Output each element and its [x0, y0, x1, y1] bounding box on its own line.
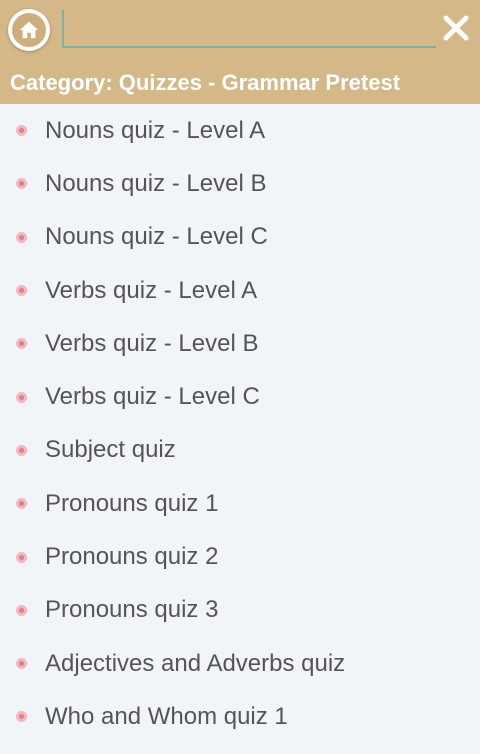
list-item[interactable]: Who and Whom quiz 1 [0, 690, 480, 743]
bullet-icon [16, 125, 27, 137]
bullet-icon [16, 391, 27, 403]
list-item[interactable]: Nouns quiz - Level A [0, 104, 480, 157]
home-button[interactable] [8, 9, 50, 51]
list-item[interactable]: Adjectives and Adverbs quiz [0, 637, 480, 690]
list-item-label: Pronouns quiz 2 [45, 543, 219, 571]
home-icon [19, 21, 39, 39]
bullet-icon [16, 178, 27, 190]
bullet-icon [16, 498, 27, 510]
list-item-label: Pronouns quiz 1 [45, 489, 219, 517]
bullet-icon [16, 658, 27, 670]
bullet-icon [16, 285, 27, 297]
list-item-label: Nouns quiz - Level B [45, 169, 267, 197]
header-bar: Category: Quizzes - Grammar Pretest [0, 0, 480, 104]
close-icon [443, 15, 469, 41]
home-button-ring [12, 13, 46, 47]
list-item[interactable]: Pronouns quiz 1 [0, 477, 480, 530]
bullet-icon [16, 551, 27, 563]
category-title: Category: Quizzes - Grammar Pretest [10, 70, 401, 95]
list-item-label: Nouns quiz - Level C [45, 223, 268, 251]
search-input[interactable] [62, 10, 436, 48]
list-item[interactable]: Pronouns quiz 2 [0, 530, 480, 583]
list-item[interactable]: Pronouns quiz 3 [0, 584, 480, 637]
list-item-label: Pronouns quiz 3 [45, 596, 219, 624]
list-item-label: Verbs quiz - Level B [45, 329, 259, 357]
bullet-icon [16, 604, 27, 616]
list-item-label: Who and Whom quiz 1 [45, 702, 288, 730]
search-field[interactable] [62, 10, 436, 48]
list-item-label: Subject quiz [45, 436, 176, 464]
bullet-icon [16, 711, 27, 723]
bullet-icon [16, 231, 27, 243]
list-item[interactable]: Subject quiz [0, 424, 480, 477]
list-item-label: Verbs quiz - Level A [45, 276, 258, 304]
quiz-list: Nouns quiz - Level A Nouns quiz - Level … [0, 104, 480, 744]
bullet-icon [16, 338, 27, 350]
list-item[interactable]: Verbs quiz - Level B [0, 317, 480, 370]
bullet-icon [16, 444, 27, 456]
list-item[interactable]: Nouns quiz - Level B [0, 157, 480, 210]
list-item-label: Verbs quiz - Level C [45, 383, 260, 411]
list-item[interactable]: Verbs quiz - Level A [0, 264, 480, 317]
list-item-label: Nouns quiz - Level A [45, 116, 266, 144]
list-item-label: Adjectives and Adverbs quiz [45, 649, 346, 677]
list-item[interactable]: Nouns quiz - Level C [0, 211, 480, 264]
close-button[interactable] [438, 10, 474, 46]
list-item[interactable]: Verbs quiz - Level C [0, 370, 480, 423]
